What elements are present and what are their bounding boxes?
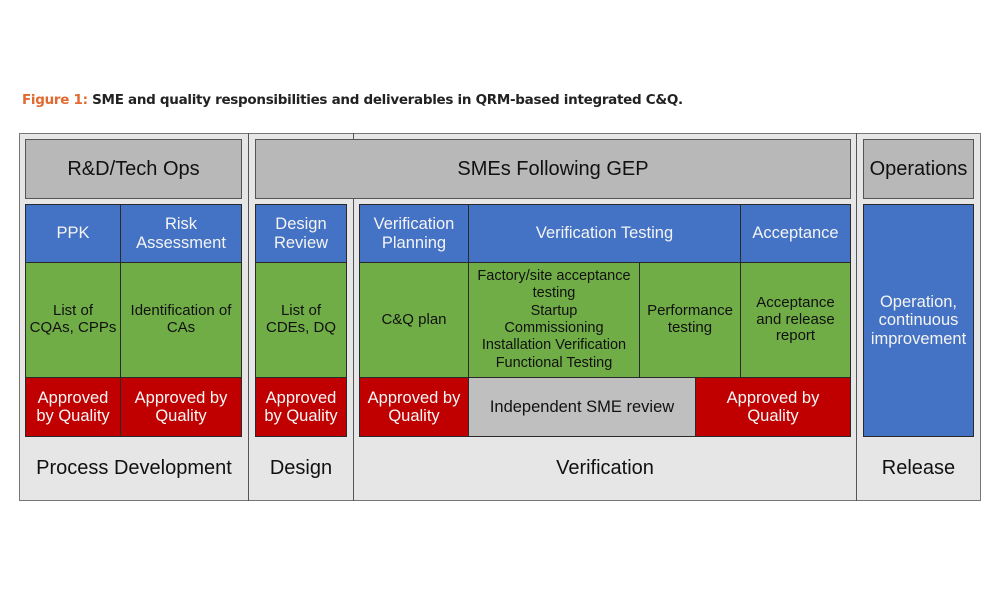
activity-design-review: Design Review [255, 204, 347, 263]
deliverable-identification-cas: Identification of CAs [120, 262, 242, 378]
approval-quality: Approved by Quality [25, 377, 121, 437]
deliverable-performance-testing: Performance testing [639, 262, 741, 378]
header-rd-tech-ops: R&D/Tech Ops [25, 139, 242, 199]
activity-ppk: PPK [25, 204, 121, 263]
phase-process-development: Process Development [36, 456, 232, 479]
activity-risk-assessment: Risk Assessment [120, 204, 242, 263]
figure-label: Figure 1: [22, 92, 88, 108]
header-smes-gep: SMEs Following GEP [255, 139, 851, 199]
approval-quality: Approved by Quality [695, 377, 851, 437]
figure-caption: Figure 1: SME and quality responsibiliti… [22, 92, 683, 108]
independent-sme-review: Independent SME review [468, 377, 696, 437]
activity-acceptance: Acceptance [740, 204, 851, 263]
phase-design: Design [269, 456, 333, 479]
approval-quality: Approved by Quality [359, 377, 469, 437]
approval-quality: Approved by Quality [120, 377, 242, 437]
phase-verification: Verification [556, 456, 654, 479]
deliverable-cq-plan: C&Q plan [359, 262, 469, 378]
approval-quality: Approved by Quality [255, 377, 347, 437]
header-operations: Operations [863, 139, 974, 199]
deliverable-cqas-cpps: List of CQAs, CPPs [25, 262, 121, 378]
phase-release: Release [881, 456, 956, 479]
figure-caption-text: SME and quality responsibilities and del… [87, 92, 683, 108]
deliverable-release-report: Acceptance and release report [740, 262, 851, 378]
activity-verification-testing: Verification Testing [468, 204, 741, 263]
deliverable-cdes-dq: List of CDEs, DQ [255, 262, 347, 378]
activity-operation-improvement: Operation, continuous improvement [863, 204, 974, 437]
deliverable-testing-list: Factory/site acceptance testing Startup … [468, 262, 640, 378]
activity-verification-planning: Verification Planning [359, 204, 469, 263]
